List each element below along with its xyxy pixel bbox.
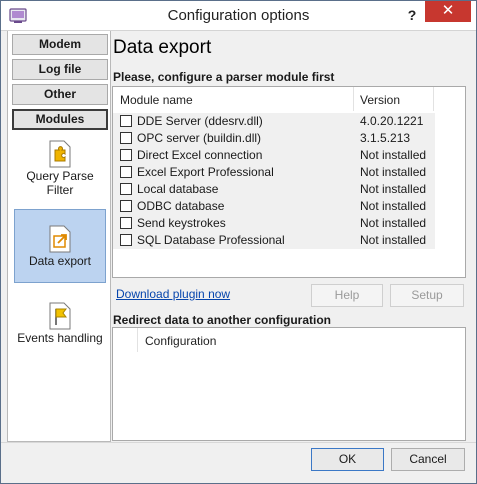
column-divider[interactable] (353, 87, 354, 111)
module-version: Not installed (360, 165, 427, 179)
nav-button-log-file[interactable]: Log file (12, 59, 108, 80)
tile-label-data-export: Data export (28, 254, 92, 268)
setup-button[interactable]: Setup (390, 284, 464, 307)
page-title: Data export (113, 37, 212, 58)
module-row[interactable]: SQL Database Professional Not installed (113, 232, 435, 249)
module-row[interactable]: Direct Excel connection Not installed (113, 147, 435, 164)
module-name: Direct Excel connection (137, 148, 263, 162)
puzzle-icon (49, 140, 71, 168)
module-name: SQL Database Professional (137, 233, 285, 247)
nav-button-modem[interactable]: Modem (12, 34, 108, 55)
module-row[interactable]: Local database Not installed (113, 181, 435, 198)
title-bar[interactable]: Configuration options ? ✕ (1, 1, 476, 31)
tile-data-export[interactable]: Data export (14, 209, 106, 283)
download-plugin-link[interactable]: Download plugin now (116, 287, 230, 301)
module-version: Not installed (360, 182, 427, 196)
module-name: OPC server (buildin.dll) (137, 131, 262, 145)
module-version: Not installed (360, 216, 427, 230)
module-row[interactable]: Excel Export Professional Not installed (113, 164, 435, 181)
module-name: Send keystrokes (137, 216, 226, 230)
module-checkbox[interactable] (120, 183, 132, 195)
help-title-button[interactable]: ? (399, 4, 425, 26)
module-checkbox[interactable] (120, 200, 132, 212)
module-checkbox[interactable] (120, 234, 132, 246)
module-row[interactable]: Send keystrokes Not installed (113, 215, 435, 232)
column-header-version[interactable]: Version (360, 87, 400, 111)
module-version: Not installed (360, 233, 427, 247)
module-checkbox[interactable] (120, 149, 132, 161)
column-header-configuration[interactable]: Configuration (145, 328, 216, 352)
module-name: Local database (137, 182, 219, 196)
module-version: 3.1.5.213 (360, 131, 411, 145)
module-name: Excel Export Professional (137, 165, 274, 179)
module-checkbox[interactable] (120, 115, 132, 127)
module-version: 4.0.20.1221 (360, 114, 424, 128)
footer-divider (1, 442, 476, 443)
tile-label-events-handling: Events handling (17, 331, 103, 345)
ok-button[interactable]: OK (311, 448, 384, 471)
modules-list[interactable]: Module name Version DDE Server (ddesrv.d… (112, 86, 466, 278)
module-checkbox[interactable] (120, 217, 132, 229)
flag-document-icon (49, 302, 71, 330)
help-button[interactable]: Help (311, 284, 383, 307)
module-checkbox[interactable] (120, 166, 132, 178)
column-divider[interactable] (137, 328, 138, 352)
nav-button-modules[interactable]: Modules (12, 109, 108, 130)
tile-events-handling[interactable]: Events handling (14, 301, 106, 353)
column-header-module-name[interactable]: Module name (120, 87, 193, 111)
module-version: Not installed (360, 148, 427, 162)
cancel-button[interactable]: Cancel (391, 448, 465, 471)
close-button[interactable]: ✕ (425, 1, 471, 22)
module-row[interactable]: ODBC database Not installed (113, 198, 435, 215)
module-version: Not installed (360, 199, 427, 213)
module-rows: DDE Server (ddesrv.dll) 4.0.20.1221 OPC … (113, 113, 435, 249)
nav-button-other[interactable]: Other (12, 84, 108, 105)
tile-query-parse-filter[interactable]: Query Parse Filter (14, 139, 106, 201)
module-row[interactable]: OPC server (buildin.dll) 3.1.5.213 (113, 130, 435, 147)
tile-label-query-parse-filter: Query Parse Filter (26, 169, 94, 197)
configuration-window: Configuration options ? ✕ Modem Log file… (0, 0, 477, 484)
left-nav-panel: Modem Log file Other Modules Query Parse… (7, 31, 111, 442)
module-name: DDE Server (ddesrv.dll) (137, 114, 263, 128)
parser-section-label: Please, configure a parser module first (113, 70, 335, 84)
module-row[interactable]: DDE Server (ddesrv.dll) 4.0.20.1221 (113, 113, 435, 130)
redirect-section-label: Redirect data to another configuration (113, 313, 332, 327)
configuration-list[interactable]: Configuration (112, 327, 466, 441)
export-icon (49, 225, 71, 253)
module-name: ODBC database (137, 199, 225, 213)
module-checkbox[interactable] (120, 132, 132, 144)
column-divider[interactable] (433, 87, 434, 111)
